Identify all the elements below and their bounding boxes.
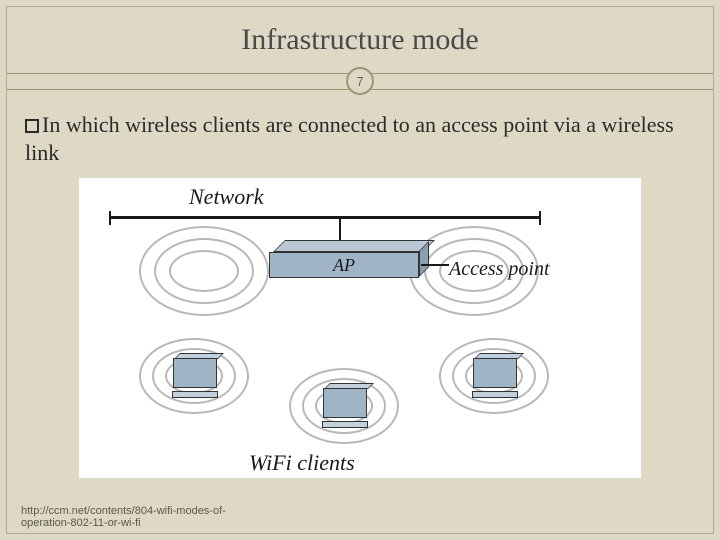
source-line-2: operation-802-11-or-wi-fi <box>21 517 141 529</box>
wifi-client-1 <box>171 358 219 402</box>
slide-frame: Infrastructure mode 7 In which wireless … <box>6 6 714 534</box>
source-line-1: http://ccm.net/contents/804-wifi-modes-o… <box>21 505 226 517</box>
wifi-clients-label: WiFi clients <box>249 450 355 476</box>
access-point-device: AP <box>269 250 419 286</box>
ap-pointer-line <box>421 264 449 266</box>
wifi-client-3 <box>471 358 519 402</box>
network-label: Network <box>189 184 264 210</box>
source-citation: http://ccm.net/contents/804-wifi-modes-o… <box>21 505 226 529</box>
slide-title: Infrastructure mode <box>7 7 713 67</box>
ap-device-label: AP <box>269 252 419 278</box>
access-point-label: Access point <box>449 258 550 281</box>
signal-waves-left <box>139 226 269 316</box>
bullet-paragraph: In which wireless clients are connected … <box>7 101 713 170</box>
title-divider: 7 <box>7 67 713 101</box>
wifi-client-2 <box>321 388 369 432</box>
page-number-badge: 7 <box>346 67 374 95</box>
bullet-content: In which wireless clients are connected … <box>25 112 674 165</box>
network-backbone-line <box>109 216 541 219</box>
infrastructure-diagram: Network AP Access point <box>79 178 641 478</box>
bullet-square-icon <box>25 119 39 133</box>
